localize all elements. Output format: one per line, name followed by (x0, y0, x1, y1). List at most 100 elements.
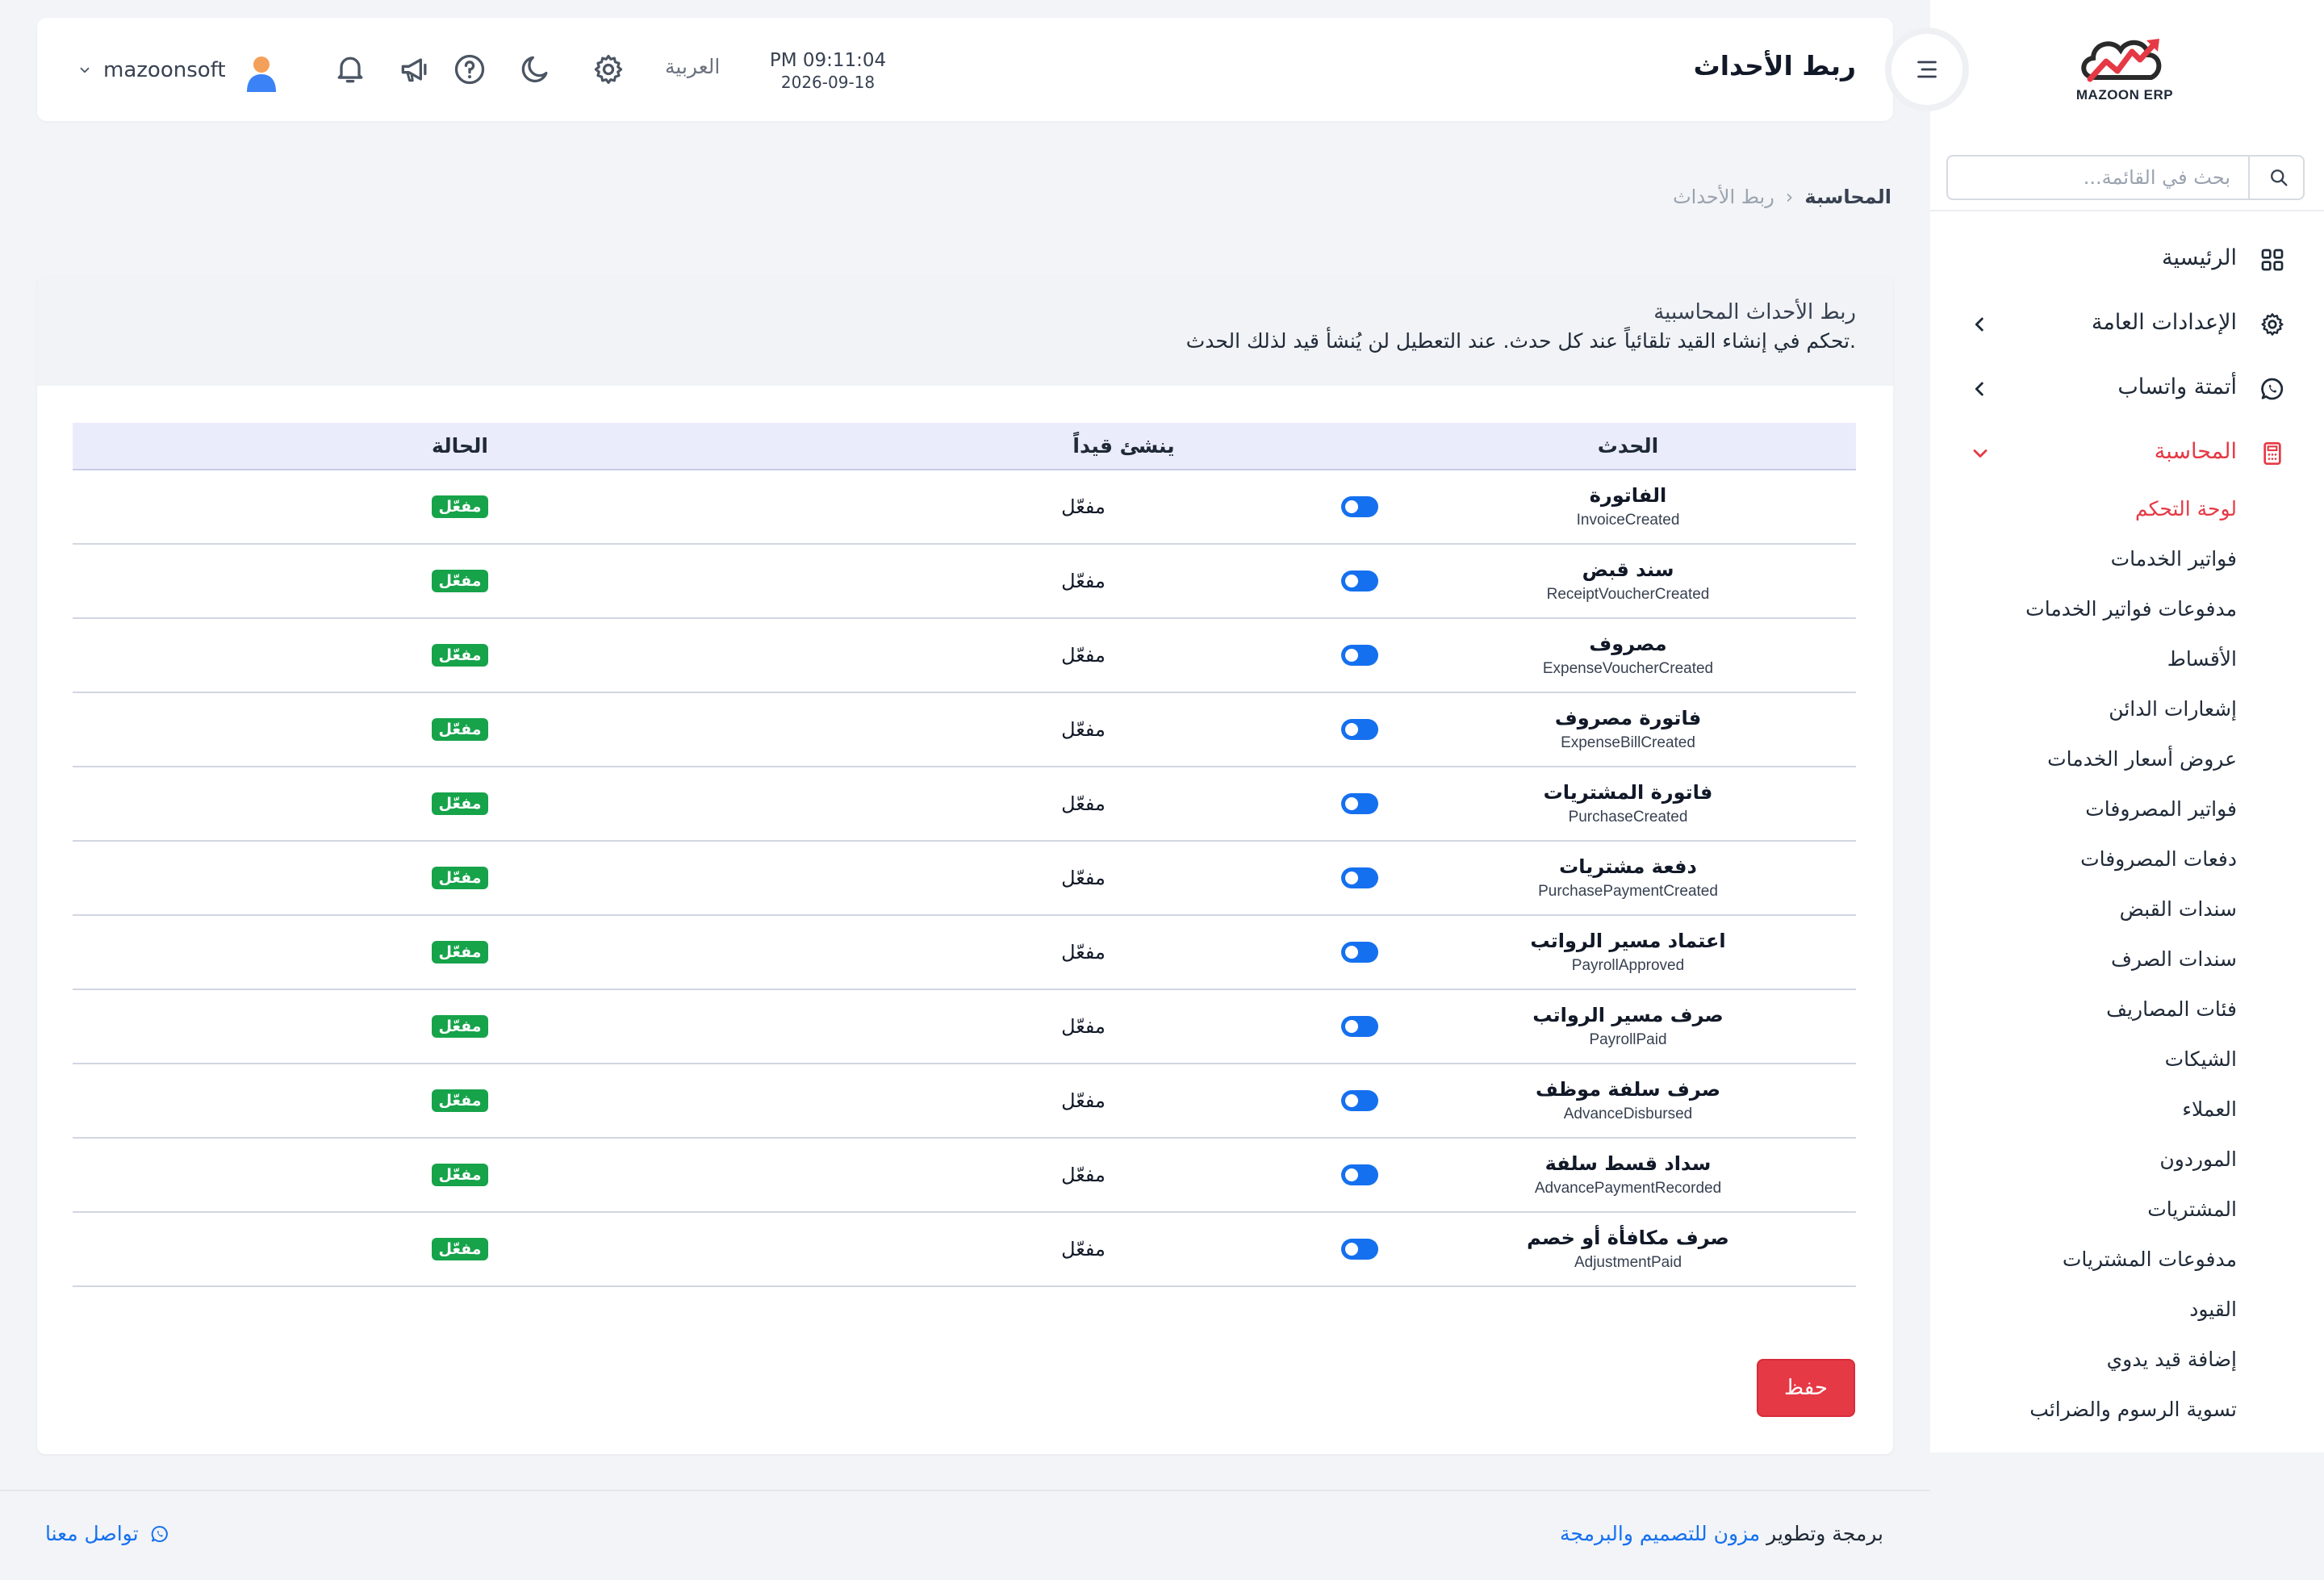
submenu-receipt-vouchers[interactable]: سندات القبض (2120, 897, 2237, 921)
sidebar-item-settings[interactable]: الإعدادات العامة (1930, 302, 2324, 347)
status-cell: مفعّل (73, 692, 847, 767)
submenu-payment-vouchers[interactable]: سندات الصرف (2111, 947, 2237, 971)
creates-entry-toggle[interactable] (1341, 496, 1378, 517)
event-cell: صرف سلفة موظف AdvanceDisbursed (1400, 1064, 1856, 1139)
event-name-en: AdvancePaymentRecorded (1534, 1180, 1722, 1197)
clock-date: 2026-09-18 (780, 73, 876, 92)
menu-lines-icon (1917, 61, 1937, 78)
header-creates-entry: ينشئ قيداً (847, 423, 1400, 470)
table-row: فاتورة المشتريات PurchaseCreated مفعّل مف… (73, 767, 1856, 842)
creates-entry-toggle[interactable] (1341, 1164, 1378, 1185)
status-badge: مفعّل (432, 867, 488, 889)
sidebar-toggle-button[interactable] (1891, 34, 1962, 105)
toggle-cell (1319, 767, 1400, 842)
brand-logo[interactable]: MAZOON ERP (2072, 32, 2177, 113)
status-badge: مفعّل (432, 644, 488, 667)
creates-text-cell: مفعّل (847, 1138, 1319, 1213)
table-row: صرف مكافأة أو خصم AdjustmentPaid مفعّل مف… (73, 1212, 1856, 1287)
breadcrumb-parent[interactable]: المحاسبة (1804, 186, 1891, 208)
event-name-ar: الفاتورة (1589, 484, 1667, 507)
gear-icon (2261, 313, 2284, 336)
toggle-cell (1319, 1212, 1400, 1287)
submenu-journal-entries[interactable]: القيود (2189, 1298, 2237, 1321)
page-title: ربط الأحداث (1693, 50, 1856, 82)
submenu-credit-notes[interactable]: إشعارات الدائن (2109, 697, 2237, 721)
calculator-icon (2263, 442, 2281, 465)
username: mazoonsoft (103, 58, 226, 82)
creates-entry-toggle[interactable] (1341, 1239, 1378, 1260)
creates-entry-toggle[interactable] (1341, 793, 1378, 814)
submenu-add-manual-entry[interactable]: إضافة قيد يدوي (2107, 1348, 2237, 1371)
status-cell: مفعّل (73, 767, 847, 842)
save-button[interactable]: حفظ (1757, 1359, 1855, 1417)
chevron-left-icon (1975, 317, 1983, 332)
card-description: تحكم في إنشاء القيد تلقائياً عند كل حدث.… (1185, 329, 1856, 353)
event-name-ar: سداد قسط سلفة (1544, 1152, 1712, 1175)
sidebar-item-home[interactable]: الرئيسية (1930, 237, 2324, 282)
creates-entry-text: مفعّل (1061, 1089, 1106, 1112)
creates-entry-text: مفعّل (1061, 495, 1106, 518)
contact-us-label: تواصل معنا (45, 1522, 139, 1545)
status-badge: مفعّل (432, 1238, 488, 1260)
creates-text-cell: مفعّل (847, 841, 1319, 916)
creates-entry-toggle[interactable] (1341, 1090, 1378, 1111)
event-cell: سند قبض ReceiptVoucherCreated (1400, 544, 1856, 619)
creates-entry-toggle[interactable] (1341, 942, 1378, 963)
creates-text-cell: مفعّل (847, 915, 1319, 990)
submenu-suppliers[interactable]: الموردون (2159, 1147, 2237, 1171)
status-badge: مفعّل (432, 1164, 488, 1186)
search-icon[interactable] (2268, 166, 2290, 189)
sidebar-item-accounting[interactable]: المحاسبة (1930, 431, 2324, 476)
submenu-expense-bills[interactable]: فواتير المصروفات (2085, 797, 2237, 821)
event-name-en: ExpenseVoucherCreated (1542, 660, 1714, 677)
megaphone-icon[interactable] (397, 52, 433, 87)
creates-entry-text: مفعّل (1061, 1164, 1106, 1186)
settings-gear-icon[interactable] (591, 52, 626, 87)
creates-entry-toggle[interactable] (1341, 1016, 1378, 1037)
submenu-cheques[interactable]: الشيكات (2165, 1047, 2237, 1071)
creates-entry-toggle[interactable] (1341, 867, 1378, 888)
sidebar-search-input[interactable] (1948, 157, 2247, 199)
submenu-installments[interactable]: الأقساط (2167, 647, 2237, 671)
event-name-ar: دفعة مشتريات (1559, 855, 1697, 878)
toggle-cell (1319, 692, 1400, 767)
status-cell: مفعّل (73, 1138, 847, 1213)
status-badge: مفعّل (432, 792, 488, 815)
creates-entry-toggle[interactable] (1341, 719, 1378, 740)
bell-icon[interactable] (332, 52, 368, 87)
status-cell: مفعّل (73, 618, 847, 693)
status-badge: مفعّل (432, 718, 488, 741)
avatar[interactable] (240, 52, 282, 94)
submenu-expense-payments[interactable]: دفعات المصروفات (2080, 847, 2237, 871)
moon-icon[interactable] (518, 52, 554, 87)
footer-divider (0, 1490, 1930, 1491)
toggle-cell (1319, 841, 1400, 916)
sidebar-item-whatsapp[interactable]: أتمتة واتساب (1930, 366, 2324, 412)
event-cell: فاتورة مصروف ExpenseBillCreated (1400, 692, 1856, 767)
events-table: الحدث ينشئ قيداً الحالة الفاتورة InvoiceC… (73, 423, 1856, 1287)
status-cell: مفعّل (73, 841, 847, 916)
event-name-ar: مصروف (1589, 633, 1667, 655)
submenu-service-invoice-payments[interactable]: مدفوعات فواتير الخدمات (2025, 597, 2237, 621)
toggle-cell (1319, 618, 1400, 693)
submenu-customers[interactable]: العملاء (2182, 1097, 2237, 1121)
submenu-purchases[interactable]: المشتريات (2147, 1198, 2237, 1221)
event-cell: سداد قسط سلفة AdvancePaymentRecorded (1400, 1138, 1856, 1213)
language-switch[interactable]: العربية (665, 55, 720, 78)
creates-entry-toggle[interactable] (1341, 571, 1378, 591)
submenu-dashboard[interactable]: لوحة التحكم (2135, 497, 2237, 520)
contact-us-link[interactable]: تواصل معنا (45, 1522, 169, 1545)
footer-credit-link[interactable]: مزون للتصميم والبرمجة (1560, 1522, 1760, 1545)
help-icon[interactable] (452, 52, 487, 87)
submenu-purchase-payments[interactable]: مدفوعات المشتريات (2063, 1248, 2237, 1271)
submenu-service-invoices[interactable]: فواتير الخدمات (2111, 547, 2237, 571)
whatsapp-icon (151, 1525, 168, 1542)
submenu-service-quotes[interactable]: عروض أسعار الخدمات (2047, 747, 2237, 771)
submenu-fees-taxes-settlement[interactable]: تسوية الرسوم والضرائب (2029, 1398, 2237, 1421)
creates-entry-toggle[interactable] (1341, 645, 1378, 666)
chevron-down-icon (80, 67, 90, 73)
creates-entry-text: مفعّل (1061, 1015, 1106, 1038)
creates-entry-text: مفعّل (1061, 792, 1106, 815)
clock: PM 09:11:04 2026-09-18 (763, 50, 892, 92)
submenu-expense-categories[interactable]: فئات المصاريف (2106, 997, 2237, 1021)
